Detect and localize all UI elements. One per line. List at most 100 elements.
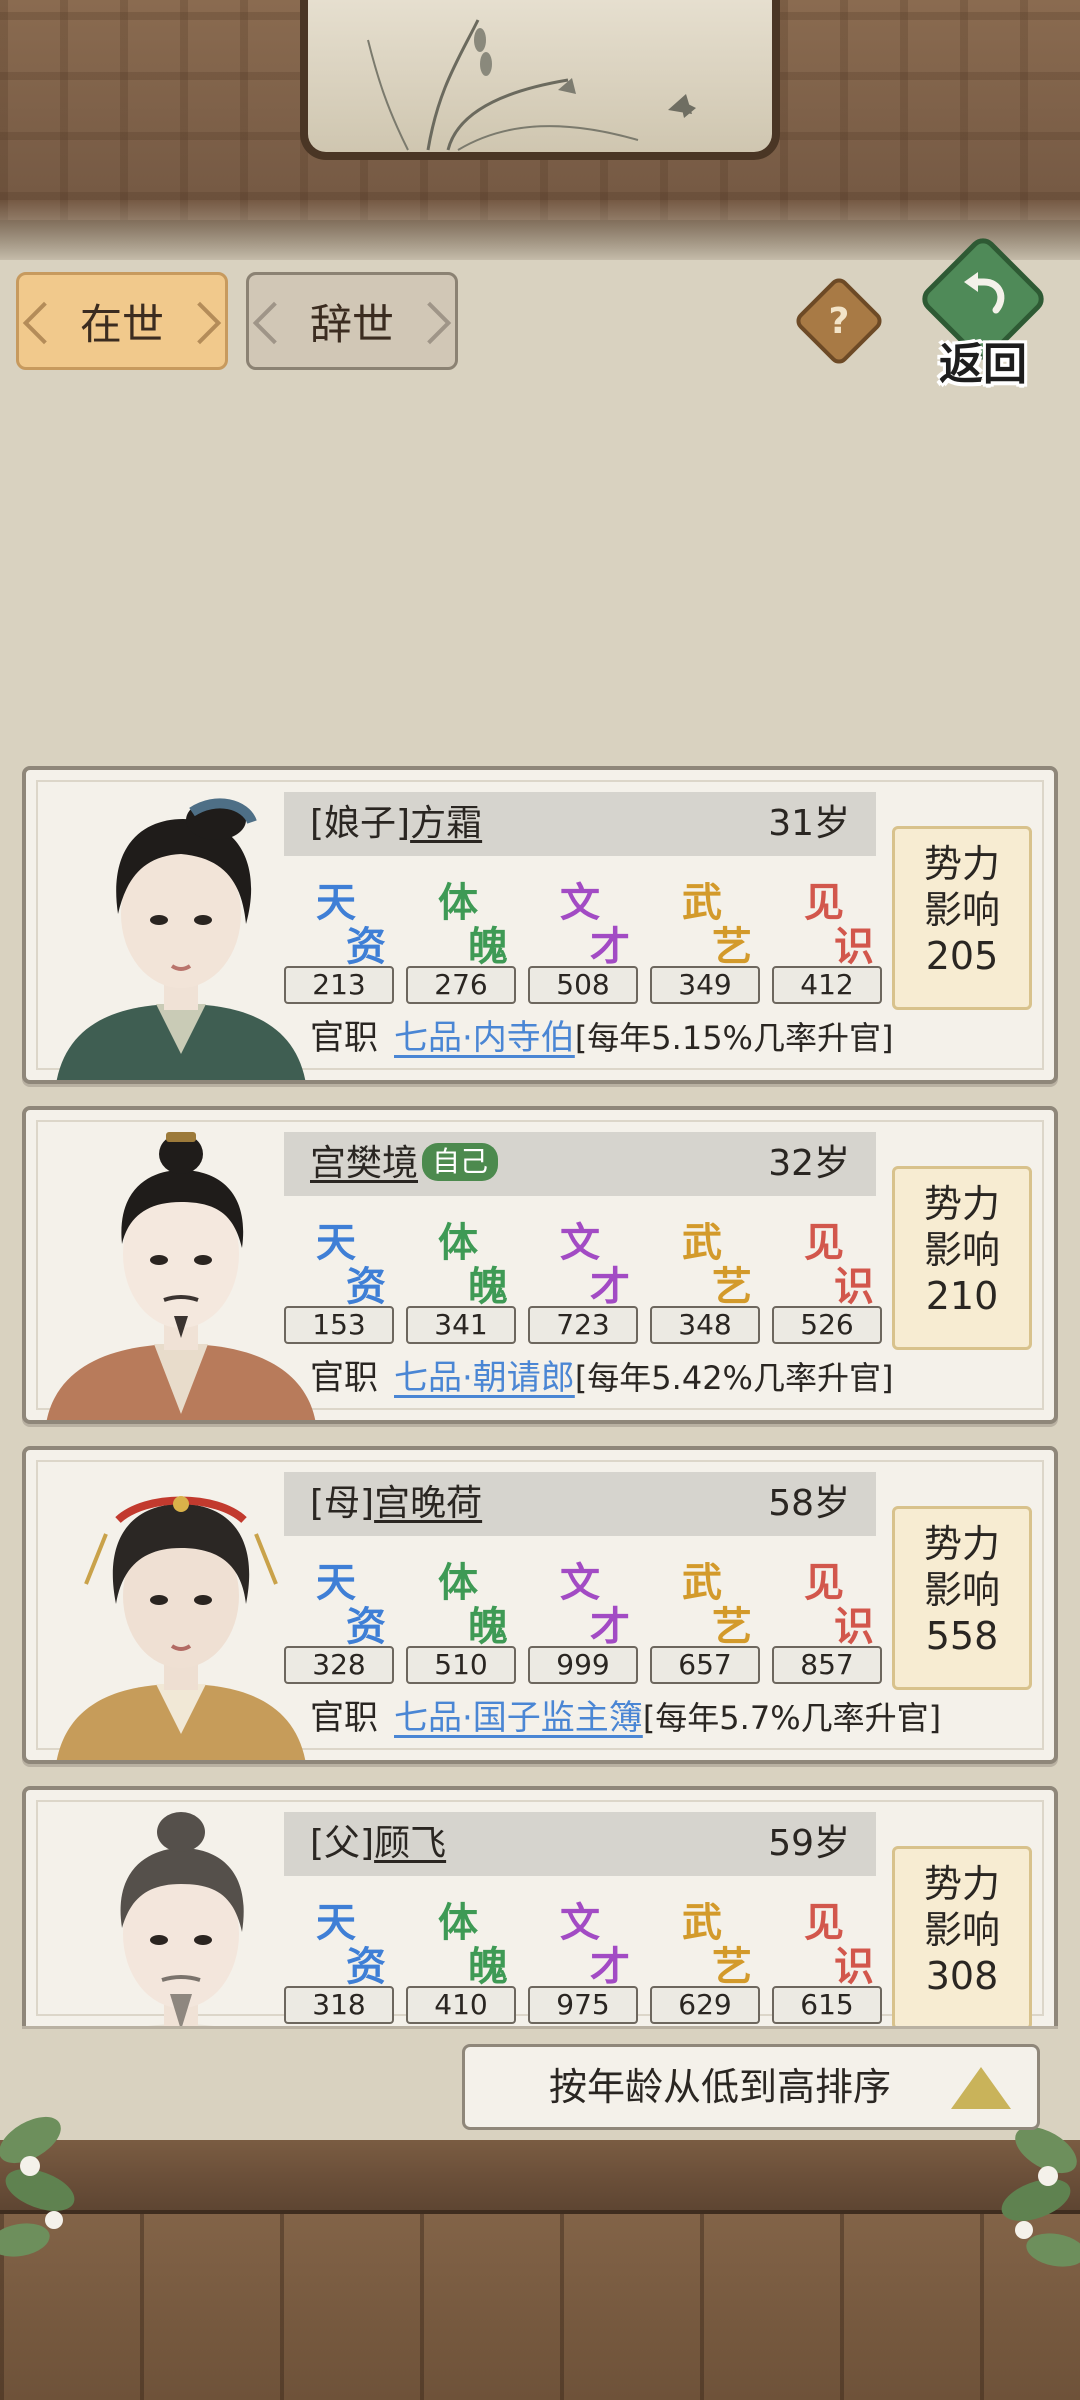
attr-literary-char-2: 才 — [590, 923, 630, 970]
question-icon: ? — [828, 300, 850, 342]
stat-literary: 508 — [528, 966, 638, 1004]
stat-insight: 857 — [772, 1646, 882, 1684]
attr-physique-char-2: 魄 — [468, 1603, 508, 1650]
portrait-self — [46, 1132, 316, 1420]
age-label: 31岁 — [768, 803, 850, 844]
influence-box: 势力 影响 205 — [892, 826, 1032, 1010]
age-label: 58岁 — [768, 1483, 850, 1524]
post-label: 官职 — [310, 1698, 378, 1738]
name-bar: [娘子]方霜 31岁 — [284, 792, 876, 856]
attr-literary-label: 文才 — [540, 1890, 650, 1990]
help-button[interactable]: ? — [792, 274, 886, 368]
character-name[interactable]: [母]宫晚荷 — [310, 1472, 482, 1536]
tab-alive[interactable]: 在世 — [16, 272, 228, 370]
stat-physique: 341 — [406, 1306, 516, 1344]
sort-ascending-triangle-icon — [951, 2067, 1011, 2109]
promotion-chance: [每年5.7%几率升官] — [642, 1699, 942, 1737]
stat-talent: 328 — [284, 1646, 394, 1684]
attr-martial-label: 武艺 — [662, 1210, 772, 1310]
sort-by-age-button[interactable]: 按年龄从低到高排序 — [462, 2044, 1040, 2130]
promotion-chance: [每年5.15%几率升官] — [574, 1019, 894, 1057]
attr-talent-label: 天资 — [296, 870, 406, 970]
influence-value: 308 — [925, 1954, 999, 1998]
self-badge: 自己 — [422, 1143, 499, 1181]
influence-label-1: 势力 — [923, 842, 1000, 886]
back-label: 返回 — [939, 339, 1027, 390]
stat-physique: 410 — [406, 1986, 516, 2024]
sort-label: 按年龄从低到高排序 — [549, 2065, 892, 2109]
attr-talent-label: 天资 — [296, 1210, 406, 1310]
attr-literary-label: 文才 — [540, 870, 650, 970]
attr-talent-label: 天资 — [296, 1890, 406, 1990]
influence-label-2: 影响 — [923, 1908, 1000, 1952]
attr-talent-label: 天资 — [296, 1550, 406, 1650]
influence-label-1: 势力 — [923, 1522, 1000, 1566]
tab-alive-label: 在世 — [79, 299, 164, 349]
stat-literary: 999 — [528, 1646, 638, 1684]
attr-martial-label: 武艺 — [662, 1890, 772, 1990]
attr-insight-char-2: 识 — [834, 923, 874, 970]
attr-literary-char-2: 才 — [590, 1943, 630, 1990]
attr-martial-char-2: 艺 — [712, 1943, 752, 1990]
post-rank-link[interactable]: 七品·国子监主簿 — [394, 1698, 643, 1738]
post-label: 官职 — [310, 1018, 378, 1058]
attr-literary-label: 文才 — [540, 1550, 650, 1650]
stat-insight: 615 — [772, 1986, 882, 2024]
attr-martial-label: 武艺 — [662, 870, 772, 970]
influence-label-2: 影响 — [923, 1568, 1000, 1612]
wooden-floor — [0, 2140, 1080, 2400]
post-label: 官职 — [310, 1358, 378, 1398]
return-arrow-icon — [964, 272, 1005, 314]
influence-label-1: 势力 — [923, 1182, 1000, 1226]
influence-label-1: 势力 — [923, 1862, 1000, 1906]
official-post: 官职 七品·内寺伯[每年5.15%几率升官] — [310, 1010, 893, 1066]
relation-label: [母] — [310, 1483, 375, 1524]
age-label: 59岁 — [768, 1823, 850, 1864]
name-text: 方霜 — [410, 803, 483, 844]
character-name[interactable]: [父]顾飞 — [310, 1812, 446, 1876]
character-card[interactable]: [娘子]方霜 31岁 天资 体魄 文才 武艺 见识 213 276 508 34… — [22, 766, 1058, 1084]
stat-talent: 213 — [284, 966, 394, 1004]
post-rank-link[interactable]: 七品·内寺伯 — [394, 1018, 575, 1058]
tab-deceased-label: 辞世 — [309, 299, 394, 349]
portrait-wife — [56, 798, 306, 1080]
attr-martial-char-2: 艺 — [712, 923, 752, 970]
attr-insight-label: 见识 — [784, 1890, 894, 1990]
stat-martial: 349 — [650, 966, 760, 1004]
relation-label: [娘子] — [310, 803, 411, 844]
influence-label-2: 影响 — [923, 888, 1000, 932]
influence-value: 210 — [925, 1274, 999, 1318]
character-card[interactable]: [母]宫晚荷 58岁 天资 体魄 文才 武艺 见识 328 510 999 65… — [22, 1446, 1058, 1764]
official-post: 官职 七品·国子监主簿[每年5.7%几率升官] — [310, 1690, 941, 1746]
name-text: 顾飞 — [374, 1823, 447, 1864]
post-rank-link[interactable]: 七品·朝请郎 — [394, 1358, 575, 1398]
back-button[interactable]: 返回 — [916, 232, 1050, 394]
stat-physique: 276 — [406, 966, 516, 1004]
character-name[interactable]: 宫樊境 自己 — [310, 1132, 499, 1196]
age-label: 32岁 — [768, 1143, 850, 1184]
stat-physique: 510 — [406, 1646, 516, 1684]
influence-box: 势力 影响 308 — [892, 1846, 1032, 2026]
attr-insight-label: 见识 — [784, 1210, 894, 1310]
attr-insight-char-2: 识 — [834, 1603, 874, 1650]
attr-literary-char-2: 才 — [590, 1263, 630, 1310]
attr-martial-char-2: 艺 — [712, 1603, 752, 1650]
attr-insight-label: 见识 — [784, 870, 894, 970]
attr-physique-char-2: 魄 — [468, 1263, 508, 1310]
character-card[interactable]: [父]顾飞 59岁 天资 体魄 文才 武艺 见识 318 410 975 629… — [22, 1786, 1058, 2026]
influence-box: 势力 影响 210 — [892, 1166, 1032, 1350]
name-bar: 宫樊境 自己 32岁 — [284, 1132, 876, 1196]
attr-literary-label: 文才 — [540, 1210, 650, 1310]
attr-martial-label: 武艺 — [662, 1550, 772, 1650]
attr-talent-char-2: 资 — [346, 1263, 386, 1310]
tab-deceased[interactable]: 辞世 — [246, 272, 458, 370]
portrait-mother — [56, 1496, 306, 1760]
attr-physique-char-2: 魄 — [468, 1943, 508, 1990]
influence-value: 558 — [925, 1614, 999, 1658]
attr-martial-char-2: 艺 — [712, 1263, 752, 1310]
stat-insight: 526 — [772, 1306, 882, 1344]
character-name[interactable]: [娘子]方霜 — [310, 792, 482, 856]
stat-martial: 348 — [650, 1306, 760, 1344]
stat-literary: 975 — [528, 1986, 638, 2024]
character-card[interactable]: 宫樊境 自己 32岁 天资 体魄 文才 武艺 见识 153 341 723 348… — [22, 1106, 1058, 1424]
